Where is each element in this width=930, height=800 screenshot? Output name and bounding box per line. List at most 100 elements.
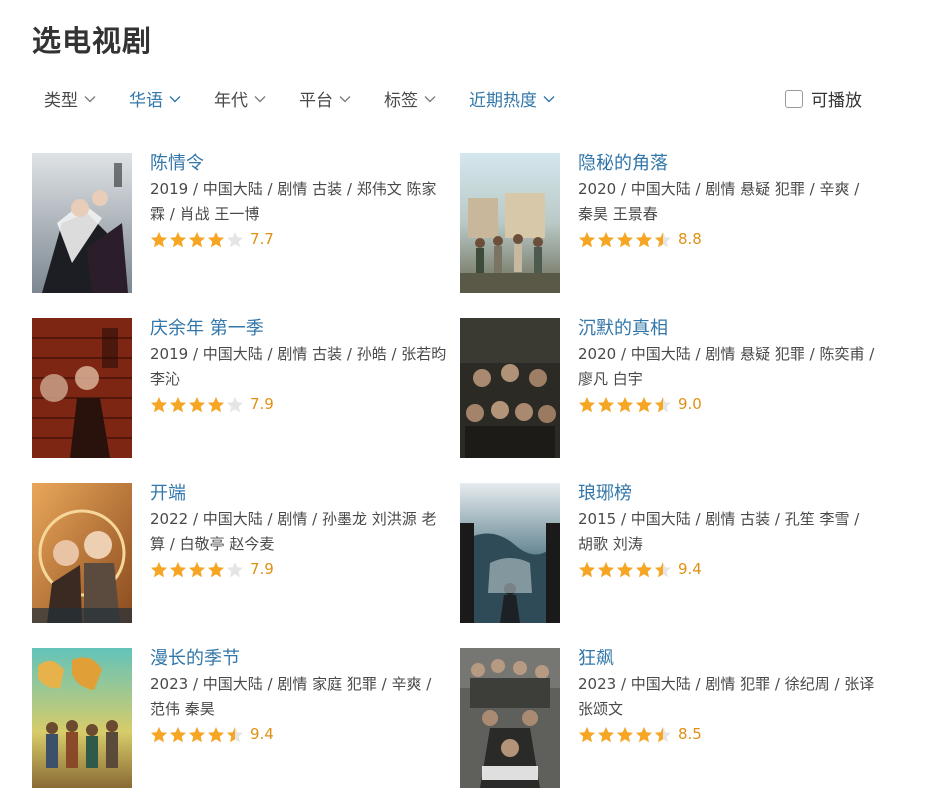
playable-toggle[interactable]: 可播放 [785,86,862,111]
filter-sort[interactable]: 近期热度 [469,86,555,111]
star-full-icon [207,561,225,578]
star-full-icon [150,561,168,578]
show-meta: 2015 / 中国大陆 / 剧情 古装 / 孔笙 李雪 / 胡歌 刘涛 [578,510,860,553]
star-full-icon [616,231,634,248]
poster-image[interactable] [32,153,132,293]
star-full-icon [578,561,596,578]
poster-image[interactable] [460,318,560,458]
rating-score: 7.9 [250,560,274,578]
star-rating [578,231,672,248]
show-meta: 2020 / 中国大陆 / 剧情 悬疑 犯罪 / 辛爽 / 秦昊 王景春 [578,180,860,223]
show-title[interactable]: 漫长的季节 [150,647,450,671]
show-meta: 2019 / 中国大陆 / 剧情 古装 / 郑伟文 陈家霖 / 肖战 王一博 [150,180,437,223]
star-full-icon [635,231,653,248]
filter-label: 标签 [384,91,418,111]
show-card: 琅琊榜 2015 / 中国大陆 / 剧情 古装 / 孔笙 李雪 / 胡歌 刘涛 … [460,483,880,625]
playable-label: 可播放 [811,91,862,111]
star-full-icon [150,231,168,248]
chevron-down-icon [339,93,351,105]
poster-image[interactable] [32,318,132,458]
star-full-icon [188,726,206,743]
star-half-icon [654,396,672,413]
show-title[interactable]: 庆余年 第一季 [150,317,450,341]
show-title[interactable]: 沉默的真相 [578,317,878,341]
star-full-icon [188,396,206,413]
star-full-icon [597,726,615,743]
show-meta: 2019 / 中国大陆 / 剧情 古装 / 孙皓 / 张若昀 李沁 [150,345,447,388]
show-title[interactable]: 隐秘的角落 [578,152,878,176]
filter-genre[interactable]: 类型 [44,86,96,111]
star-full-icon [150,726,168,743]
star-full-icon [597,396,615,413]
filter-platform[interactable]: 平台 [299,86,351,111]
star-rating [578,561,672,578]
show-title[interactable]: 开端 [150,482,450,506]
filter-bar: 类型 华语 年代 平台 标签 近期热度 可播放 [30,82,900,114]
show-rating: 7.9 [150,560,450,578]
filter-year[interactable]: 年代 [214,86,266,111]
star-full-icon [616,396,634,413]
star-rating [578,726,672,743]
star-full-icon [578,396,596,413]
poster-image[interactable] [32,483,132,623]
star-full-icon [578,726,596,743]
filter-label: 类型 [44,91,78,111]
show-rating: 9.4 [578,560,878,578]
show-rating: 7.7 [150,230,450,248]
show-meta: 2020 / 中国大陆 / 剧情 悬疑 犯罪 / 陈奕甫 / 廖凡 白宇 [578,345,875,388]
star-rating [578,396,672,413]
chevron-down-icon [84,93,96,105]
playable-checkbox[interactable] [785,89,803,108]
chevron-down-icon [254,93,266,105]
rating-score: 9.0 [678,395,702,413]
poster-image[interactable] [460,483,560,623]
show-title[interactable]: 陈情令 [150,152,450,176]
show-card: 漫长的季节 2023 / 中国大陆 / 剧情 家庭 犯罪 / 辛爽 / 范伟 秦… [32,648,452,790]
star-rating [150,396,244,413]
rating-score: 7.7 [250,230,274,248]
chevron-down-icon [543,93,555,105]
star-full-icon [188,561,206,578]
chevron-down-icon [424,93,436,105]
star-empty-icon [226,396,244,413]
show-card: 庆余年 第一季 2019 / 中国大陆 / 剧情 古装 / 孙皓 / 张若昀 李… [32,318,452,460]
show-card: 隐秘的角落 2020 / 中国大陆 / 剧情 悬疑 犯罪 / 辛爽 / 秦昊 王… [460,153,880,295]
filter-label: 近期热度 [469,91,537,111]
rating-score: 9.4 [250,725,274,743]
star-full-icon [635,726,653,743]
star-full-icon [207,726,225,743]
rating-score: 7.9 [250,395,274,413]
star-full-icon [635,561,653,578]
star-full-icon [188,231,206,248]
show-meta: 2022 / 中国大陆 / 剧情 / 孙墨龙 刘洪源 老算 / 白敬亭 赵今麦 [150,510,437,553]
show-card: 陈情令 2019 / 中国大陆 / 剧情 古装 / 郑伟文 陈家霖 / 肖战 王… [32,153,452,295]
star-full-icon [616,726,634,743]
filter-language[interactable]: 华语 [129,86,181,111]
star-half-icon [654,231,672,248]
star-full-icon [597,231,615,248]
poster-image[interactable] [460,648,560,788]
star-rating [150,561,244,578]
show-meta: 2023 / 中国大陆 / 剧情 犯罪 / 徐纪周 / 张译 张颂文 [578,675,875,718]
star-full-icon [207,231,225,248]
show-rating: 8.5 [578,725,878,743]
filter-label: 平台 [299,91,333,111]
star-full-icon [597,561,615,578]
star-empty-icon [226,231,244,248]
show-title[interactable]: 琅琊榜 [578,482,878,506]
show-card: 沉默的真相 2020 / 中国大陆 / 剧情 悬疑 犯罪 / 陈奕甫 / 廖凡 … [460,318,880,460]
poster-image[interactable] [460,153,560,293]
show-card: 开端 2022 / 中国大陆 / 剧情 / 孙墨龙 刘洪源 老算 / 白敬亭 赵… [32,483,452,625]
star-full-icon [207,396,225,413]
filter-tags[interactable]: 标签 [384,86,436,111]
star-full-icon [616,561,634,578]
show-title[interactable]: 狂飙 [578,647,878,671]
show-card: 狂飙 2023 / 中国大陆 / 剧情 犯罪 / 徐纪周 / 张译 张颂文 8.… [460,648,880,790]
filter-label: 年代 [214,91,248,111]
rating-score: 8.5 [678,725,702,743]
show-rating: 9.4 [150,725,450,743]
star-full-icon [169,396,187,413]
show-meta: 2023 / 中国大陆 / 剧情 家庭 犯罪 / 辛爽 / 范伟 秦昊 [150,675,432,718]
poster-image[interactable] [32,648,132,788]
rating-score: 8.8 [678,230,702,248]
